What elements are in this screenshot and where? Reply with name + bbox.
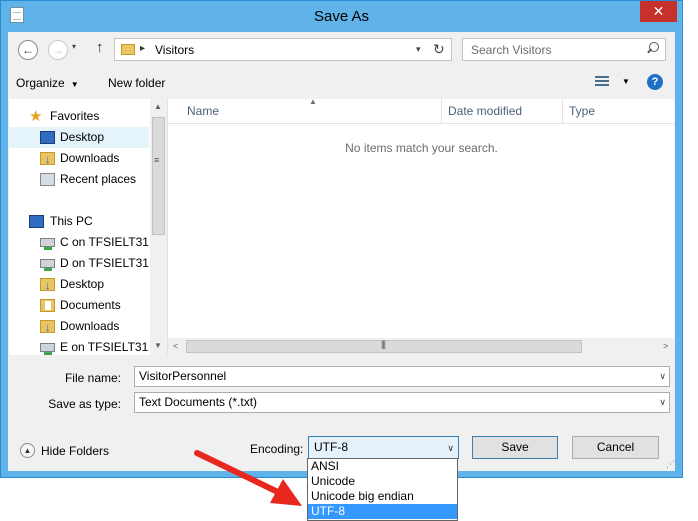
organize-label: Organize	[16, 76, 65, 90]
sidebar-item-label: Downloads	[60, 319, 120, 333]
sidebar-item-pc-downloads[interactable]: Downloads	[9, 316, 149, 337]
sidebar-item-this-pc[interactable]: This PC	[9, 211, 149, 232]
sidebar-item-label: Favorites	[50, 109, 100, 123]
refresh-icon[interactable]: ↻	[433, 41, 445, 58]
file-list[interactable]: ▲ Name Date modified Type No items match…	[167, 97, 675, 355]
encoding-option-ansi[interactable]: ANSI	[308, 459, 457, 474]
breadcrumb-visitors[interactable]: Visitors	[155, 43, 194, 57]
encoding-dropdown-list[interactable]: ANSI Unicode Unicode big endian UTF-8	[307, 458, 458, 521]
scroll-down-icon[interactable]: ▼	[154, 341, 162, 350]
sidebar-item-e-drive[interactable]: E on TFSIELT3123	[9, 337, 149, 355]
column-type[interactable]: Type	[563, 99, 675, 124]
chevron-down-icon[interactable]: ∨	[659, 367, 666, 386]
sidebar-item-label: E on TFSIELT3123	[60, 340, 149, 354]
forward-button[interactable]: →	[48, 40, 68, 60]
sidebar-item-label: Recent places	[60, 172, 137, 186]
encoding-value[interactable]: UTF-8	[314, 440, 348, 454]
navigation-pane: ★ Favorites Desktop Downloads Recent pla…	[9, 99, 167, 355]
view-options-chevron-icon[interactable]: ▼	[622, 77, 630, 86]
save-as-type-select[interactable]: Text Documents (*.txt) ∨	[134, 392, 670, 413]
encoding-option-unicode-big-endian[interactable]: Unicode big endian	[308, 489, 457, 504]
annotation-arrow-head	[270, 479, 302, 506]
sidebar-item-label: Desktop	[60, 277, 105, 291]
sidebar-item-pc-desktop[interactable]: Desktop	[9, 274, 149, 295]
sidebar-item-documents[interactable]: Documents	[9, 295, 149, 316]
encoding-label: Encoding:	[250, 442, 304, 456]
documents-folder-icon	[40, 299, 55, 312]
save-as-dialog: Save As ✕ ← → ▾ ↑ ▸ Visitors ▾ ↻ Search …	[0, 0, 683, 478]
collapse-up-icon: ▲	[20, 443, 35, 458]
sidebar-item-downloads[interactable]: Downloads	[9, 148, 149, 169]
save-as-type-label: Save as type:	[48, 397, 121, 411]
new-folder-button[interactable]: New folder	[108, 76, 165, 90]
save-button[interactable]: Save	[472, 436, 558, 459]
column-headers: ▲ Name Date modified Type	[168, 97, 675, 124]
recent-places-icon	[40, 173, 55, 186]
search-input[interactable]: Search Visitors	[471, 43, 551, 57]
file-name-value[interactable]: VisitorPersonnel	[139, 369, 226, 383]
scrollbar-thumb[interactable]	[152, 117, 165, 235]
recent-locations-icon[interactable]: ▾	[72, 42, 76, 51]
desktop-icon	[40, 131, 55, 144]
resize-grip-icon[interactable]: ⋰	[666, 459, 675, 470]
scroll-left-icon[interactable]: <	[173, 341, 178, 351]
window-title: Save As	[313, 8, 370, 25]
search-box[interactable]: Search Visitors	[462, 38, 666, 61]
sidebar-item-c-drive[interactable]: C on TFSIELT3123	[9, 232, 149, 253]
command-toolbar: Organize ▼ New folder ▼ ?	[8, 70, 675, 96]
sidebar-item-recent-places[interactable]: Recent places	[9, 169, 149, 190]
chevron-down-icon: ▼	[70, 80, 79, 89]
dialog-body: ← → ▾ ↑ ▸ Visitors ▾ ↻ Search Visitors O…	[8, 32, 675, 471]
scroll-grip-icon: ≡	[154, 155, 160, 165]
downloads-folder-icon	[40, 150, 55, 169]
help-icon[interactable]: ?	[647, 74, 663, 90]
sidebar-item-favorites[interactable]: ★ Favorites	[9, 106, 149, 127]
organize-button[interactable]: Organize ▼	[16, 76, 79, 90]
up-folder-button[interactable]: ↑	[96, 39, 104, 56]
address-bar[interactable]: ▸ Visitors ▾ ↻	[114, 38, 452, 61]
desktop-folder-icon	[40, 276, 55, 295]
sidebar-item-label: Downloads	[60, 151, 120, 165]
sidebar-item-label: C on TFSIELT3123	[60, 235, 149, 249]
column-date-modified[interactable]: Date modified	[442, 99, 563, 124]
encoding-option-utf-8[interactable]: UTF-8	[308, 504, 457, 519]
encoding-option-unicode[interactable]: Unicode	[308, 474, 457, 489]
chevron-down-icon[interactable]: ∨	[659, 393, 666, 412]
cancel-button[interactable]: Cancel	[572, 436, 659, 459]
file-name-label: File name:	[64, 371, 121, 385]
network-drive-icon	[40, 343, 55, 355]
change-view-icon[interactable]	[595, 76, 609, 88]
network-drive-icon	[40, 238, 55, 250]
scroll-up-icon[interactable]: ▲	[154, 102, 162, 111]
scroll-right-icon[interactable]: >	[663, 341, 668, 351]
folder-icon	[121, 44, 135, 55]
computer-icon	[29, 215, 44, 228]
downloads-folder-icon	[40, 318, 55, 337]
search-icon[interactable]	[646, 42, 659, 56]
sidebar-item-desktop[interactable]: Desktop	[9, 127, 149, 148]
title-bar[interactable]: Save As ✕	[1, 1, 682, 32]
close-button[interactable]: ✕	[640, 1, 677, 22]
hide-folders-label: Hide Folders	[41, 444, 110, 458]
star-icon: ★	[29, 108, 43, 125]
chevron-down-icon[interactable]: ∨	[447, 438, 454, 459]
address-dropdown-icon[interactable]: ▾	[416, 44, 421, 55]
sidebar-item-label: D on TFSIELT3123	[60, 256, 149, 270]
breadcrumb-separator-icon[interactable]: ▸	[140, 43, 145, 54]
file-name-field[interactable]: VisitorPersonnel ∨	[134, 366, 670, 387]
sidebar-item-d-drive[interactable]: D on TFSIELT3123	[9, 253, 149, 274]
sidebar-item-label: This PC	[50, 214, 93, 228]
navigation-pane-scrollbar[interactable]: ▲ ≡ ▼	[150, 99, 167, 355]
save-as-type-value[interactable]: Text Documents (*.txt)	[139, 395, 257, 409]
sidebar-item-label: Documents	[60, 298, 121, 312]
empty-list-message: No items match your search.	[345, 141, 498, 155]
sidebar-item-label: Desktop	[60, 130, 105, 144]
back-button[interactable]: ←	[18, 40, 38, 60]
horizontal-scrollbar[interactable]: < ||| >	[168, 338, 675, 355]
scroll-grip-icon: |||	[381, 339, 386, 349]
network-drive-icon	[40, 259, 55, 271]
encoding-select[interactable]: UTF-8 ∨	[308, 436, 459, 459]
column-name[interactable]: Name	[181, 99, 442, 124]
